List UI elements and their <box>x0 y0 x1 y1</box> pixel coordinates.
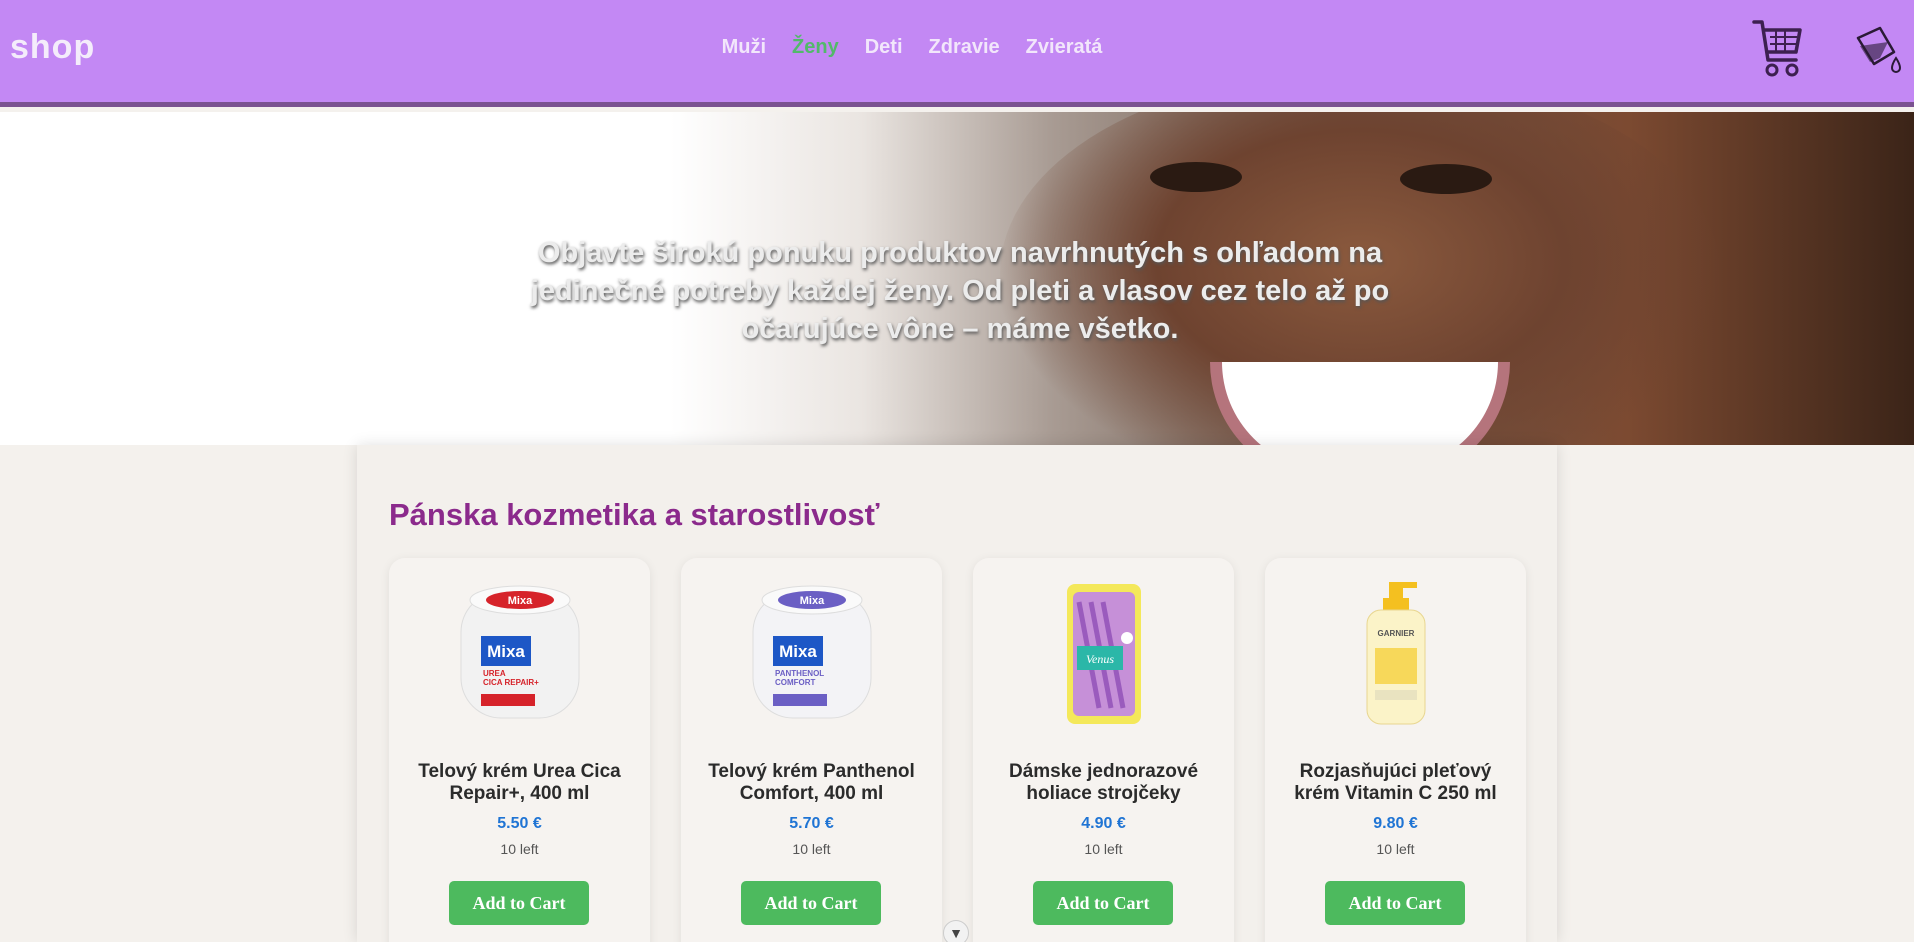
svg-text:Mixa: Mixa <box>799 595 824 607</box>
product-name[interactable]: Rozjasňujúci pleťový krém Vitamin C 250 … <box>1285 761 1506 805</box>
product-price: 4.90 € <box>1081 815 1126 832</box>
product-name[interactable]: Telový krém Panthenol Comfort, 400 ml <box>701 761 922 805</box>
hero-text: Objavte širokú ponuku produktov navrhnut… <box>530 237 1390 345</box>
hero-banner: Objavte širokú ponuku produktov navrhnut… <box>0 112 1914 445</box>
product-stock: 10 left <box>1084 841 1123 857</box>
scroll-down-icon[interactable]: ▼ <box>943 920 969 942</box>
svg-text:Mixa: Mixa <box>779 642 817 661</box>
main-nav: Muži Ženy Deti Zdravie Zvieratá <box>0 36 1914 59</box>
product-image[interactable]: GARNIER <box>1265 578 1526 728</box>
site-header: shop Muži Ženy Deti Zdravie Zvieratá <box>0 0 1914 107</box>
product-card[interactable]: Venus Dámske jednorazové holiace strojče… <box>973 558 1234 942</box>
product-card[interactable]: GARNIER Rozjasňujúci pleťový krém Vitami… <box>1265 558 1526 942</box>
svg-text:CICA REPAIR+: CICA REPAIR+ <box>483 678 539 687</box>
nav-item-zvierata[interactable]: Zvieratá <box>1026 36 1103 59</box>
paint-bucket-icon[interactable] <box>1850 24 1906 76</box>
svg-text:Venus: Venus <box>1086 652 1114 666</box>
section-title: Pánska kozmetika a starostlivosť <box>389 497 880 532</box>
cart-icon[interactable] <box>1752 16 1802 80</box>
hero-image-smile <box>1210 362 1510 445</box>
product-name[interactable]: Telový krém Urea Cica Repair+, 400 ml <box>409 761 630 805</box>
product-card[interactable]: Mixa Mixa UREA CICA REPAIR+ Telový krém … <box>389 558 650 942</box>
nav-item-muzi[interactable]: Muži <box>722 36 766 59</box>
svg-text:Mixa: Mixa <box>487 642 525 661</box>
add-to-cart-button[interactable]: Add to Cart <box>1033 881 1173 925</box>
product-stock: 10 left <box>792 841 831 857</box>
svg-text:GARNIER: GARNIER <box>1377 629 1414 638</box>
product-stock: 10 left <box>1376 841 1415 857</box>
product-price: 9.80 € <box>1373 815 1418 832</box>
product-section: Pánska kozmetika a starostlivosť Mixa Mi… <box>357 445 1557 942</box>
svg-text:PANTHENOL: PANTHENOL <box>775 669 824 678</box>
product-image[interactable]: Mixa Mixa UREA CICA REPAIR+ <box>389 578 650 728</box>
svg-text:UREA: UREA <box>483 669 506 678</box>
nav-item-deti[interactable]: Deti <box>865 36 903 59</box>
product-name[interactable]: Dámske jednorazové holiace strojčeky <box>993 761 1214 805</box>
product-image[interactable]: Mixa Mixa PANTHENOL COMFORT <box>681 578 942 728</box>
hero-image-eye <box>1400 164 1492 194</box>
add-to-cart-button[interactable]: Add to Cart <box>1325 881 1465 925</box>
svg-text:COMFORT: COMFORT <box>775 678 816 687</box>
svg-text:Mixa: Mixa <box>507 595 532 607</box>
add-to-cart-button[interactable]: Add to Cart <box>741 881 881 925</box>
nav-item-zeny[interactable]: Ženy <box>792 36 839 59</box>
product-card[interactable]: Mixa Mixa PANTHENOL COMFORT Telový krém … <box>681 558 942 942</box>
hero-image-eye <box>1150 162 1242 192</box>
add-to-cart-button[interactable]: Add to Cart <box>449 881 589 925</box>
product-price: 5.70 € <box>789 815 834 832</box>
product-stock: 10 left <box>500 841 539 857</box>
product-image[interactable]: Venus <box>973 578 1234 728</box>
product-price: 5.50 € <box>497 815 542 832</box>
nav-item-zdravie[interactable]: Zdravie <box>929 36 1000 59</box>
